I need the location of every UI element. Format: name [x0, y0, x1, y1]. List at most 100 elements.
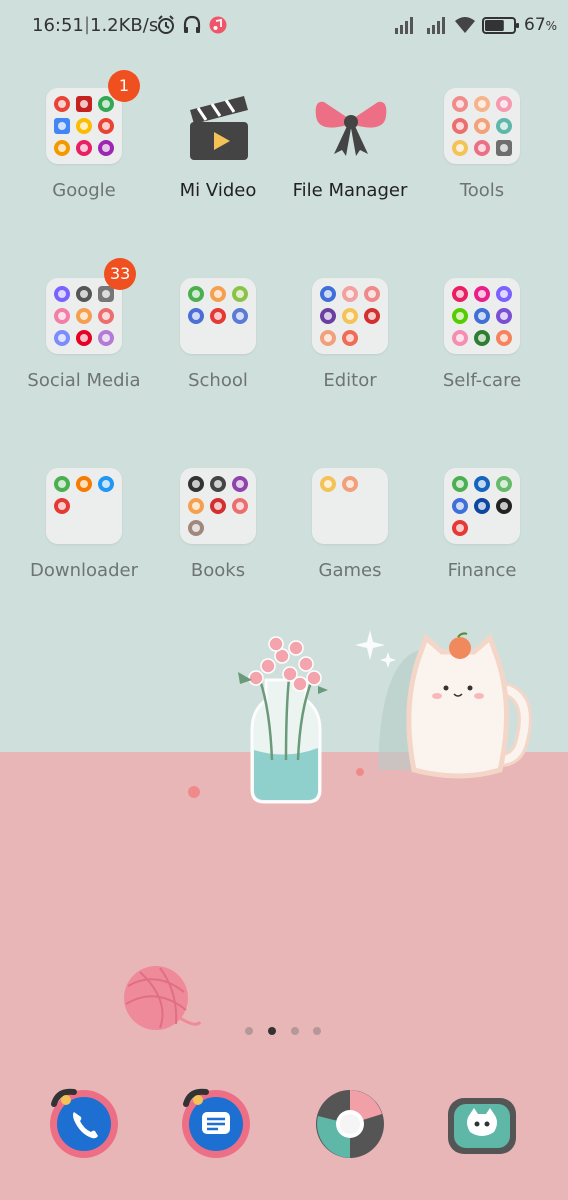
- folder-tile: [46, 468, 122, 544]
- folder-school[interactable]: School: [152, 278, 284, 418]
- folder-books[interactable]: Books: [152, 468, 284, 608]
- app-icon: [496, 286, 512, 302]
- app-icon: [474, 118, 490, 134]
- app-icon: [474, 286, 490, 302]
- app-label: Books: [190, 560, 246, 581]
- play-store-icon: [98, 118, 114, 134]
- page-dot[interactable]: [313, 1027, 321, 1035]
- app-icon: [452, 330, 468, 346]
- wifi-icon: [455, 17, 475, 33]
- app-icon: [452, 96, 468, 112]
- chrome-icon: [54, 96, 70, 112]
- headphones-icon: [183, 15, 201, 33]
- app-icon: [98, 476, 114, 492]
- camera-icon[interactable]: [446, 1086, 518, 1158]
- folder-downloader[interactable]: Downloader: [18, 468, 150, 608]
- app-icon: [54, 476, 70, 492]
- home-screen: 16:51 | 1.2KB/s 67% Google 1 Mi Video Fi…: [0, 0, 568, 1200]
- vivaldi-icon: [54, 498, 70, 514]
- folder-editor[interactable]: Editor: [284, 278, 416, 418]
- app-label: School: [188, 370, 248, 391]
- folder-tile: [444, 88, 520, 164]
- app-label: Finance: [447, 560, 517, 581]
- play-icon: [54, 118, 70, 134]
- app-icon: [474, 498, 490, 514]
- app-icon: [496, 498, 512, 514]
- app-mi-video[interactable]: Mi Video: [152, 88, 284, 228]
- folder-tile: [180, 278, 256, 354]
- messages-icon[interactable]: [180, 1086, 252, 1158]
- app-icon: [188, 498, 204, 514]
- page-dot[interactable]: [291, 1027, 299, 1035]
- discord-icon: [54, 286, 70, 302]
- folder-google[interactable]: Google 1: [18, 70, 150, 228]
- app-icon: [342, 308, 358, 324]
- app-icon: [188, 476, 204, 492]
- app-icon: [342, 286, 358, 302]
- app-icon: [320, 330, 336, 346]
- signal-icon: [427, 17, 445, 34]
- battery-percent: 67%: [524, 15, 558, 35]
- app-icon: [320, 286, 336, 302]
- phone-icon[interactable]: [48, 1086, 120, 1158]
- duolingo-icon: [452, 308, 468, 324]
- app-icon: [474, 140, 490, 156]
- status-time: 16:51: [32, 15, 84, 36]
- app-icon: [496, 140, 512, 156]
- app-icon: [496, 330, 512, 346]
- app-icon: [54, 140, 70, 156]
- alarm-icon: [158, 15, 174, 34]
- app-icon: [496, 308, 512, 324]
- app-label: Self-care: [442, 370, 522, 391]
- app-icon: [232, 476, 248, 492]
- battery-icon: [482, 17, 519, 34]
- folder-tile: [444, 468, 520, 544]
- app-label: Social Media: [27, 370, 141, 391]
- app-label: Games: [318, 560, 382, 581]
- page-dot[interactable]: [245, 1027, 253, 1035]
- app-icon: [210, 498, 226, 514]
- app-icon: [364, 286, 380, 302]
- folder-tile: [312, 278, 388, 354]
- app-label: Google: [52, 180, 116, 201]
- app-icon: [320, 308, 336, 324]
- app-icon: [210, 308, 226, 324]
- folder-games[interactable]: Games: [284, 468, 416, 608]
- bow-icon: [315, 101, 387, 156]
- app-icon: [98, 308, 114, 324]
- folder-tile: [46, 278, 122, 354]
- app-icon: [496, 96, 512, 112]
- app-icon: [474, 308, 490, 324]
- folder-tile: [444, 278, 520, 354]
- app-label: Tools: [459, 180, 505, 201]
- folder-finance[interactable]: Finance: [416, 468, 548, 608]
- app-label: File Manager: [292, 180, 408, 201]
- folder-self-care[interactable]: Self-care: [416, 278, 548, 418]
- app-icon: [474, 96, 490, 112]
- folder-social-media[interactable]: Social Media 33: [18, 258, 150, 418]
- folder-tools[interactable]: Tools: [416, 88, 548, 228]
- app-icon: [452, 498, 468, 514]
- page-dot-active[interactable]: [268, 1027, 276, 1035]
- app-icon: [474, 330, 490, 346]
- folder-tile: [46, 88, 122, 164]
- home-icon: [76, 308, 92, 324]
- app-icon: [98, 140, 114, 156]
- app-label: Editor: [323, 370, 377, 391]
- notification-badge: 33: [104, 258, 137, 290]
- app-icon: [188, 520, 204, 536]
- facebook-icon: [76, 286, 92, 302]
- pinterest-icon: [76, 330, 92, 346]
- browser-icon[interactable]: [314, 1086, 386, 1158]
- app-file-manager[interactable]: File Manager: [284, 88, 416, 228]
- notification-badge: 1: [108, 70, 140, 102]
- gmail-icon: [76, 96, 92, 112]
- app-icon: [452, 520, 468, 536]
- folder-tile: [180, 468, 256, 544]
- meet-icon: [76, 140, 92, 156]
- signal-icon: [395, 17, 413, 34]
- classroom-icon: [188, 286, 204, 302]
- music-icon: [209, 16, 227, 34]
- app-icon: [98, 330, 114, 346]
- page-indicator[interactable]: [245, 1027, 325, 1037]
